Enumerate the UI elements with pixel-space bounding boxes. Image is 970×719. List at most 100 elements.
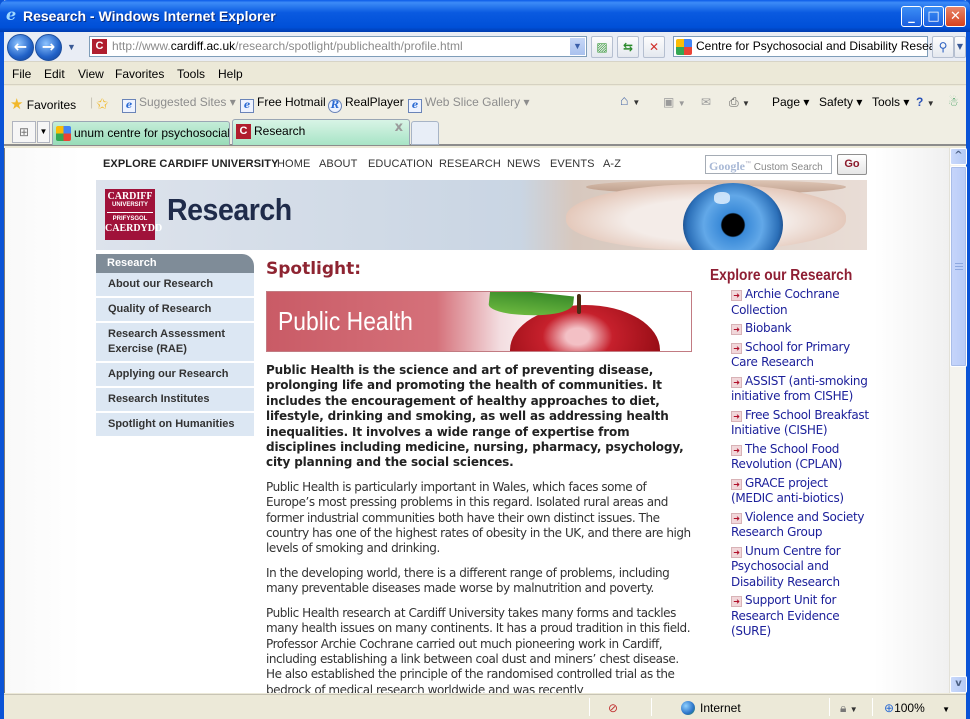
safety-menu[interactable]: Safety ▾ <box>819 95 862 109</box>
close-button[interactable]: ✕ <box>945 6 966 27</box>
privacy-report-icon[interactable]: ⊘ <box>608 701 618 715</box>
menu-help[interactable]: Help <box>218 67 243 81</box>
explore-link[interactable]: ➜ Support Unit for Research Evidence (SUR… <box>731 593 870 640</box>
arrow-right-icon: ➜ <box>731 444 742 456</box>
menu-favorites[interactable]: Favorites <box>115 67 164 81</box>
suggested-sites-link[interactable]: e Suggested Sites ▾ <box>122 95 236 113</box>
history-dropdown-icon[interactable]: ▼ <box>67 42 76 52</box>
messenger-button[interactable]: ☃ <box>948 95 959 109</box>
stop-button[interactable]: ✕ <box>643 36 665 58</box>
quick-tabs-button[interactable]: ⊞ <box>12 121 36 143</box>
arrow-right-icon: ➜ <box>731 290 742 301</box>
forward-button[interactable]: → <box>35 34 62 61</box>
back-button[interactable]: ← <box>7 34 34 61</box>
feeds-button[interactable]: ▣ ▼ <box>663 95 686 109</box>
explore-link[interactable]: ➜ School for Primary Care Research <box>731 340 870 371</box>
scroll-up-button[interactable]: ^ <box>950 148 967 165</box>
window-title: Research - Windows Internet Explorer <box>23 8 276 24</box>
protected-mode-button[interactable]: 🔒︎ ▼ <box>840 701 858 716</box>
tab-research[interactable]: C Research x <box>232 119 410 145</box>
nav-news[interactable]: NEWS <box>507 158 540 170</box>
realplayer-link[interactable]: R RealPlayer <box>328 95 404 113</box>
cardiff-university-logo[interactable]: CARDIFF UNIVERSITY PRIFYSGOL CAERDYDD <box>105 189 162 240</box>
page-viewport: EXPLORE CARDIFF UNIVERSITY HOME ABOUT ED… <box>4 148 949 693</box>
minimize-button[interactable]: _ <box>901 6 922 27</box>
search-options-dropdown[interactable]: ▼ <box>954 36 966 58</box>
left-nav-item[interactable]: Quality of Research <box>96 298 254 323</box>
free-hotmail-link[interactable]: e Free Hotmail <box>240 95 326 113</box>
left-nav-item[interactable]: Spotlight on Humanities <box>96 413 254 438</box>
arrow-right-icon: ➜ <box>731 478 742 490</box>
menu-file[interactable]: File <box>12 67 31 81</box>
vertical-scrollbar[interactable]: ^ v <box>949 148 967 693</box>
nav-a-z[interactable]: A-Z <box>603 158 621 170</box>
address-bar[interactable]: C http://www.cardiff.ac.uk/research/spot… <box>89 36 587 57</box>
compatibility-view-button[interactable]: ▨ <box>591 36 613 58</box>
web-slice-gallery-link[interactable]: e Web Slice Gallery ▾ <box>408 95 530 113</box>
explore-link[interactable]: ➜ Free School Breakfast Initiative (CISHE… <box>731 408 870 439</box>
arrow-right-icon: ➜ <box>731 546 742 558</box>
favorites-button[interactable]: ★ Favorites <box>10 95 76 113</box>
ie-page-icon: e <box>122 99 136 113</box>
menu-edit[interactable]: Edit <box>44 67 65 81</box>
explore-link[interactable]: ➜ Biobank <box>731 321 870 337</box>
scrollbar-thumb[interactable] <box>950 166 967 367</box>
left-nav-heading[interactable]: Research <box>96 254 254 273</box>
left-nav-item[interactable]: About our Research <box>96 273 254 298</box>
nav-events[interactable]: EVENTS <box>550 158 595 170</box>
read-mail-button[interactable]: ✉ <box>701 95 711 109</box>
explore-link[interactable]: ➜ The School Food Revolution (CPLAN) <box>731 442 870 473</box>
site-search-input[interactable]: Google™ Custom Search <box>705 155 832 174</box>
add-to-favorites-button[interactable]: ✩ <box>96 95 109 113</box>
site-banner: CARDIFF UNIVERSITY PRIFYSGOL CAERDYDD Re… <box>96 180 867 250</box>
explore-link[interactable]: ➜ Violence and Society Research Group <box>731 510 870 541</box>
address-dropdown-icon[interactable]: ▼ <box>570 38 585 55</box>
nav-home[interactable]: HOME <box>277 158 310 170</box>
arrow-right-icon: ➜ <box>731 596 742 607</box>
explore-link[interactable]: ➜ Unum Centre for Psychosocial and Disabi… <box>731 544 870 591</box>
back-arrow-icon: ← <box>13 37 28 56</box>
page-menu[interactable]: Page ▾ <box>772 95 809 109</box>
arrow-right-icon: ➜ <box>731 410 742 422</box>
tools-menu[interactable]: Tools ▾ <box>872 95 909 109</box>
explore-link[interactable]: ➜ GRACE project (MEDIC anti-biotics) <box>731 476 870 507</box>
explore-link[interactable]: ➜ ASSIST (anti-smoking initiative from CI… <box>731 374 870 405</box>
paragraph: Public Health research at Cardiff Univer… <box>266 605 691 693</box>
ie-page-icon: e <box>408 99 422 113</box>
search-button[interactable]: ⚲ <box>932 36 954 58</box>
public-health-banner-text: Public Health <box>278 306 413 336</box>
menu-bar: File Edit View Favorites Tools Help <box>4 63 966 85</box>
zoom-level-button[interactable]: ⊕100% ▼ <box>884 701 950 715</box>
left-nav-item[interactable]: Research Institutes <box>96 388 254 413</box>
close-tab-icon[interactable]: x <box>395 120 403 135</box>
new-tab-button[interactable] <box>411 121 439 145</box>
explore-research-panel: Explore our Research ➜ Archie Cochrane Co… <box>710 267 870 643</box>
mail-icon: ✉ <box>701 95 712 109</box>
nav-education[interactable]: EDUCATION <box>368 158 433 170</box>
menu-tools[interactable]: Tools <box>177 67 205 81</box>
compatibility-view-icon: ▨ <box>596 40 608 54</box>
site-search-go-button[interactable]: Go <box>837 154 867 175</box>
nav-about[interactable]: ABOUT <box>319 158 357 170</box>
nav-research[interactable]: RESEARCH <box>439 158 501 170</box>
print-button[interactable]: ⎙ ▼ <box>729 95 750 110</box>
security-zone[interactable]: Internet <box>681 701 741 715</box>
menu-view[interactable]: View <box>78 67 104 81</box>
arrow-right-icon: ➜ <box>731 324 742 335</box>
left-nav-item[interactable]: Research Assessment Exercise (RAE) <box>96 323 254 363</box>
tab-list-dropdown[interactable]: ▼ <box>37 121 50 143</box>
help-button[interactable]: ? ▼ <box>916 95 935 109</box>
explore-link[interactable]: ➜ Archie Cochrane Collection <box>731 287 870 318</box>
chevron-up-icon: ^ <box>954 150 963 161</box>
address-url[interactable]: http://www.cardiff.ac.uk/research/spotli… <box>112 37 463 56</box>
google-search-provider-icon <box>676 39 692 55</box>
scroll-down-button[interactable]: v <box>950 676 967 693</box>
maximize-button[interactable]: □ <box>923 6 944 27</box>
home-button[interactable]: ⌂ ▼ <box>620 92 640 108</box>
favorites-star-icon: ★ <box>10 96 24 113</box>
messenger-icon: ☃ <box>948 95 959 109</box>
left-nav-item[interactable]: Applying our Research <box>96 363 254 388</box>
refresh-button[interactable]: ⇆ <box>617 36 639 58</box>
search-input[interactable]: Centre for Psychosocial and Disability R… <box>673 36 952 57</box>
tab-google-search[interactable]: unum centre for psychosocial... <box>52 121 230 145</box>
